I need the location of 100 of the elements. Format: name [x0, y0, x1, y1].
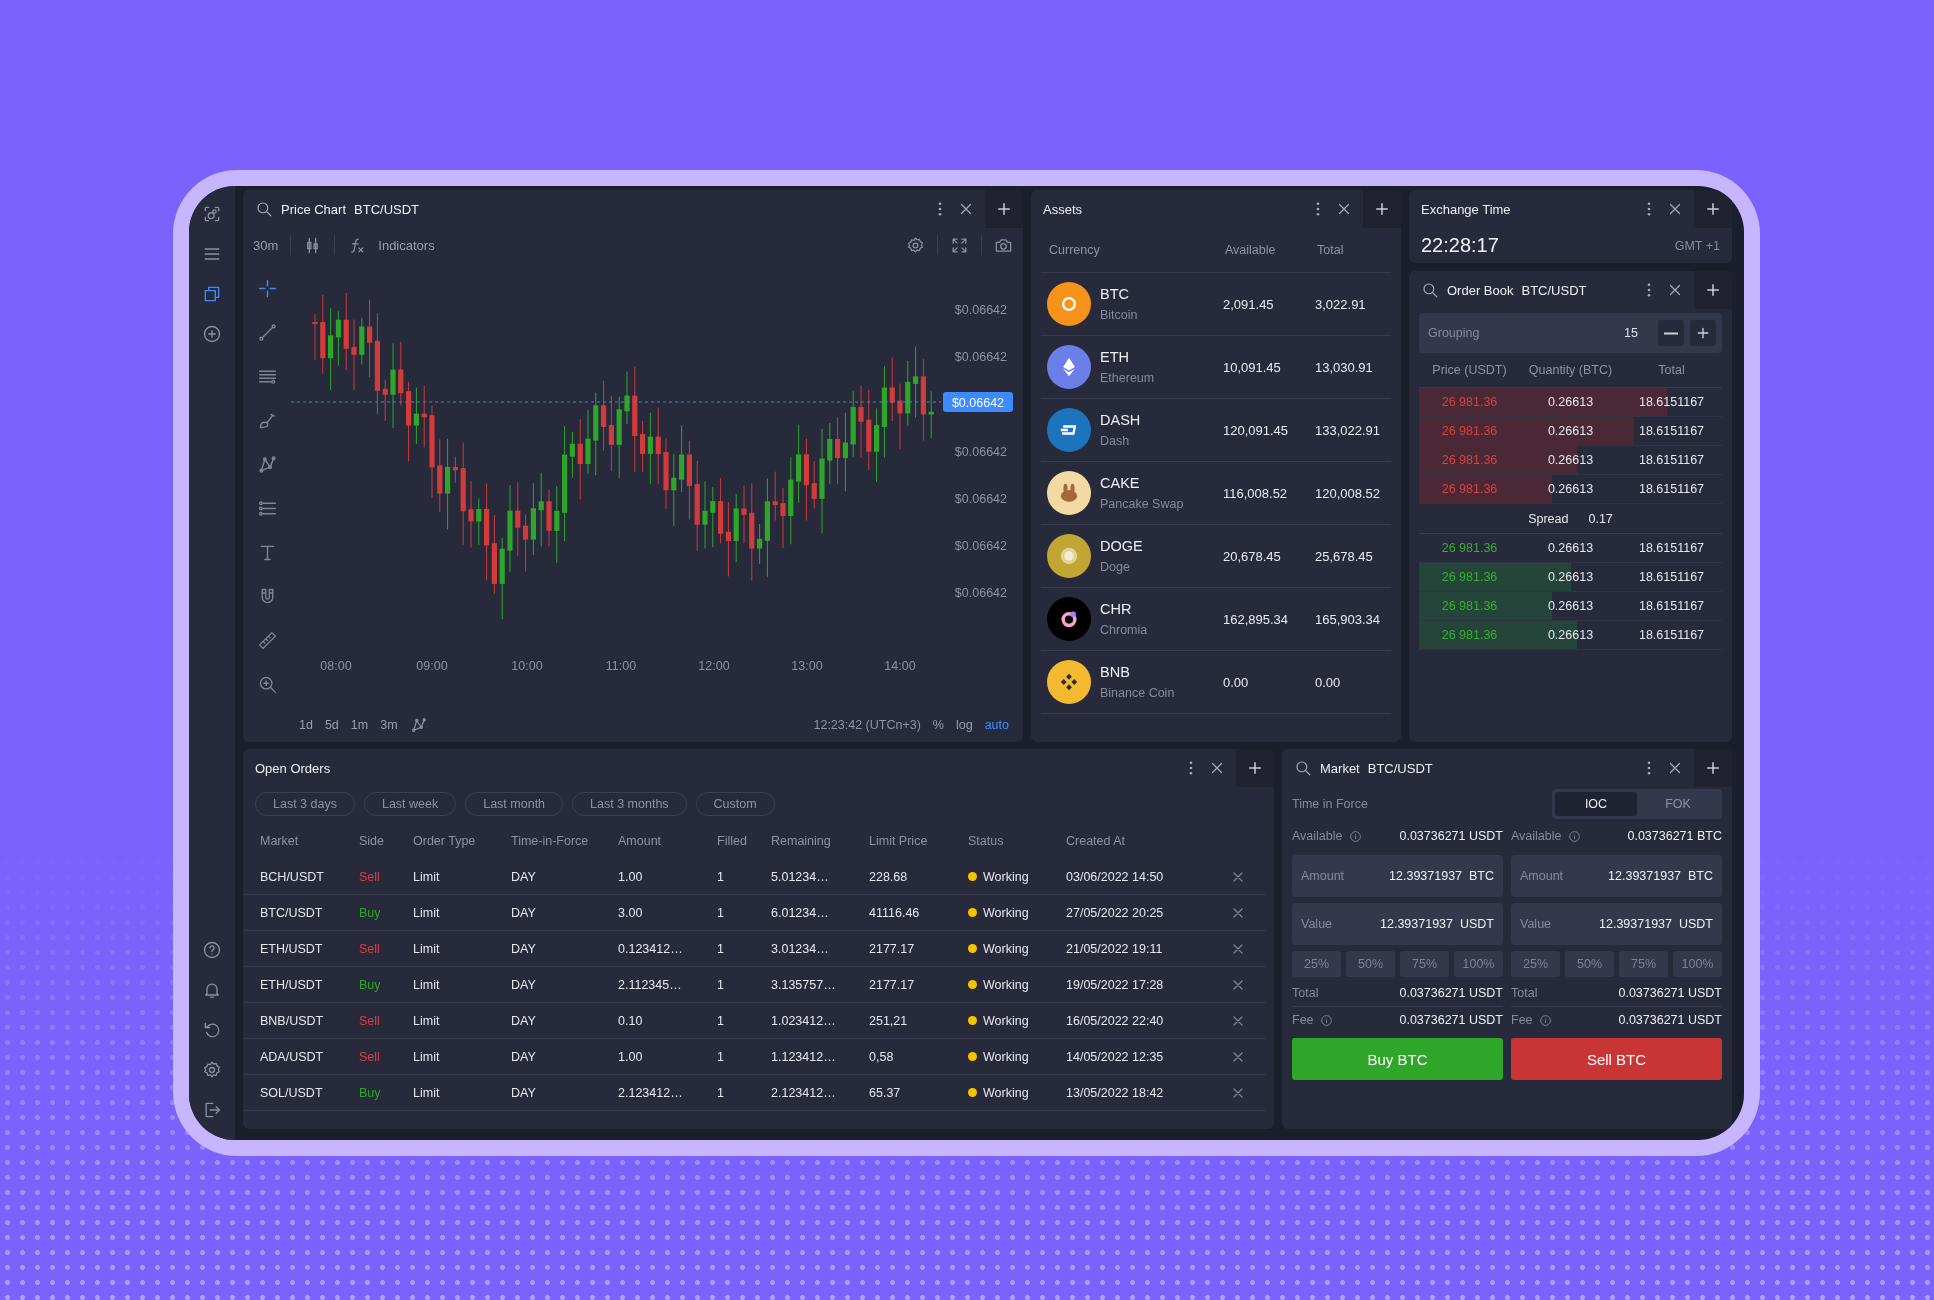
percent-button[interactable]: 25%: [1511, 951, 1560, 977]
percent-button[interactable]: 100%: [1454, 951, 1503, 977]
buy-button[interactable]: Buy BTC: [1292, 1038, 1503, 1080]
nodes-icon[interactable]: [409, 716, 428, 734]
status-dot: [968, 908, 977, 917]
coin-name: Bitcoin: [1100, 308, 1138, 322]
value-field[interactable]: Value 12.39371937 USDT: [1511, 903, 1722, 945]
segment-tab[interactable]: IOC: [1555, 792, 1637, 816]
column-header: Order Type: [413, 834, 477, 848]
field-label: Fee: [1511, 1013, 1533, 1027]
range-button[interactable]: 3m: [380, 718, 398, 732]
status-dot: [968, 944, 977, 953]
scale-option[interactable]: auto: [984, 718, 1009, 732]
interval-button[interactable]: 30m: [253, 237, 279, 253]
plus-icon: [1246, 759, 1264, 777]
field-label: Available: [1292, 829, 1343, 843]
status-text: Working: [983, 1013, 1029, 1028]
scale-option[interactable]: %: [932, 718, 944, 732]
time-label: 14:00: [884, 659, 916, 673]
column-header: Quantity (BTC): [1527, 363, 1614, 377]
column-header: Side: [359, 834, 386, 848]
table-cell-text: Sell: [359, 869, 381, 884]
range-button[interactable]: 5d: [324, 718, 339, 732]
add-button[interactable]: [1694, 190, 1732, 228]
table-cell-text: ETH/USDT: [260, 977, 324, 992]
field-label: Total: [1292, 986, 1319, 1000]
candle: [772, 471, 778, 522]
pair-label[interactable]: BTC/USDT: [354, 201, 420, 217]
fee-value: 0.03736271 USDT: [1399, 1013, 1503, 1027]
trend-line-icon: [256, 321, 278, 343]
plus-icon: [1373, 200, 1391, 218]
table-cell-text: 0.123412…: [618, 941, 684, 956]
table-cell-text: 18.6151167: [1637, 541, 1706, 555]
grouping-label: Grouping: [1428, 326, 1481, 340]
table-cell-text: 26 981.36: [1440, 599, 1499, 613]
indicators-button[interactable]: Indicators: [378, 237, 435, 253]
segment-tab[interactable]: FOK: [1637, 792, 1719, 816]
column-header: Time-in-Force: [511, 834, 590, 848]
value-field[interactable]: Value 12.39371937 USDT: [1292, 903, 1503, 945]
percent-button[interactable]: 25%: [1292, 951, 1341, 977]
available-value: 0.03736271 USDT: [1399, 829, 1503, 843]
add-button[interactable]: [1363, 190, 1401, 228]
table-cell-text: 0.26613: [1546, 599, 1595, 613]
table-cell-text: Sell: [359, 1013, 381, 1028]
search-icon[interactable]: [1294, 759, 1312, 777]
settings-icon[interactable]: [906, 235, 925, 255]
sell-button[interactable]: Sell BTC: [1511, 1038, 1722, 1080]
add-button[interactable]: [1236, 749, 1274, 787]
add-button[interactable]: [1694, 749, 1732, 787]
search-icon[interactable]: [255, 200, 273, 218]
price-label: $0.06642: [954, 539, 1007, 553]
search-icon[interactable]: [1421, 281, 1439, 299]
total-value: 0.03736271 USDT: [1399, 986, 1503, 1000]
column-header: Status: [968, 834, 1005, 848]
table-cell-text: Limit: [413, 941, 441, 956]
pair-label[interactable]: BTC/USDT: [1367, 760, 1433, 776]
time-label: 09:00: [416, 659, 448, 673]
scan-icon: [202, 204, 222, 224]
table-cell-text: 251,21: [869, 1013, 909, 1028]
table-cell-text: 19/05/2022 17:28: [1066, 977, 1165, 992]
candle: [312, 313, 318, 361]
column-header: Total: [1657, 363, 1686, 377]
scale-option[interactable]: log: [955, 718, 973, 732]
amount-field[interactable]: Amount 12.39371937 BTC: [1511, 855, 1722, 897]
amount-field[interactable]: Amount 12.39371937 BTC: [1292, 855, 1503, 897]
table-cell-text: Limit: [413, 977, 441, 992]
increase-button[interactable]: [1690, 320, 1716, 346]
field-label: Time in Force: [1292, 797, 1369, 811]
column-header: Remaining: [771, 834, 832, 848]
column-header: Market: [260, 834, 300, 848]
percent-button[interactable]: 100%: [1673, 951, 1722, 977]
table-cell-text: ETH/USDT: [260, 941, 324, 956]
table-cell-text: 0.26613: [1546, 570, 1595, 584]
table-cell-text: 13,030.91: [1315, 359, 1374, 375]
percent-button[interactable]: 50%: [1346, 951, 1395, 977]
table-cell-text: 3.135757…: [771, 977, 837, 992]
coin-name: Chromia: [1100, 623, 1148, 637]
candle: [359, 317, 365, 365]
table-cell-text: 2.112345…: [618, 977, 683, 992]
percent-button[interactable]: 50%: [1565, 951, 1614, 977]
table-cell-text: 18.6151167: [1637, 482, 1706, 496]
column-header: Total: [1317, 243, 1345, 257]
table-cell-text: Buy: [359, 1085, 382, 1100]
field-label: Fee: [1292, 1013, 1314, 1027]
range-button[interactable]: 1m: [350, 718, 369, 732]
percent-button[interactable]: 75%: [1400, 951, 1449, 977]
range-button[interactable]: 1d: [299, 718, 313, 732]
price-label: $0.06642: [954, 492, 1007, 506]
table-cell-text: Sell: [359, 941, 381, 956]
table-cell-text: 5.01234…: [771, 869, 830, 884]
add-button[interactable]: [1694, 271, 1732, 309]
table-cell-text: 2.123412…: [771, 1085, 837, 1100]
decrease-button[interactable]: [1658, 320, 1684, 346]
pair-label[interactable]: BTC/USDT: [1521, 282, 1587, 298]
column-header: Amount: [618, 834, 663, 848]
percent-button[interactable]: 75%: [1619, 951, 1668, 977]
add-button[interactable]: [985, 190, 1023, 228]
table-cell-text: 0.26613: [1546, 541, 1595, 555]
table-cell-text: DAY: [511, 941, 537, 956]
status-text: Working: [983, 941, 1029, 956]
